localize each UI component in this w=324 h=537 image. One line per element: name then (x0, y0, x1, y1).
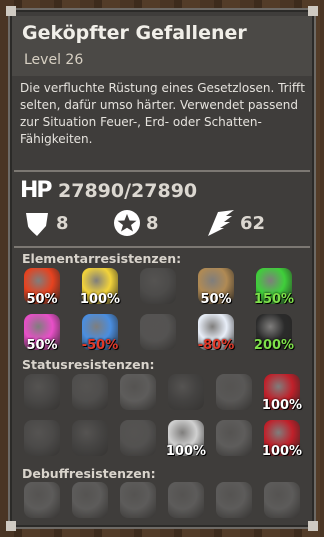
resistance-value: 50% (26, 292, 58, 307)
status-resistance-cell[interactable] (212, 372, 256, 416)
hp-value: 27890/27890 (58, 180, 198, 202)
resistance-value: 150% (253, 292, 295, 307)
resistance-value: 50% (200, 292, 232, 307)
elemental-resistance-cell[interactable]: 100% (78, 266, 122, 310)
divider (14, 170, 310, 172)
hp-icon: HP (20, 178, 53, 203)
debuff-resistance-cell[interactable] (116, 480, 160, 524)
attack-down-icon (24, 482, 60, 518)
monster-level: Level 26 (24, 52, 84, 68)
shield-icon (26, 213, 48, 236)
defense-value: 8 (56, 213, 69, 234)
elemental-grid: 50% 100% 50% 150% 50% -50% -80% 200% (20, 266, 310, 358)
crystal-icon (140, 268, 176, 304)
debuff-resistance-cell[interactable] (68, 480, 112, 524)
debuff-resistance-cell[interactable] (164, 480, 208, 524)
blind-icon (216, 420, 252, 456)
bleed-icon (24, 374, 60, 410)
status-resistance-cell[interactable]: 100% (164, 418, 208, 462)
resistance-value: 100% (261, 398, 303, 413)
debuff-grid (20, 480, 310, 524)
resistance-value: -50% (81, 338, 119, 353)
status-resistance-cell[interactable] (20, 418, 64, 462)
weaken-icon (120, 420, 156, 456)
magic-down-icon (72, 482, 108, 518)
elemental-resistance-cell[interactable]: -80% (194, 312, 238, 356)
status-resistance-cell[interactable] (68, 418, 112, 462)
divider (14, 246, 310, 248)
status-grid: 100% 100% 100% (20, 372, 310, 464)
wind-icon (140, 314, 176, 350)
sleep-icon (72, 420, 108, 456)
elemental-resistance-cell[interactable] (136, 266, 180, 310)
elemental-resistance-cell[interactable]: 50% (20, 266, 64, 310)
resistance-value: 100% (165, 444, 207, 459)
elemental-resistance-cell[interactable]: 50% (194, 266, 238, 310)
wing-icon (208, 210, 234, 236)
debuff-resistance-cell[interactable] (212, 480, 256, 524)
defense-stat: 8 (22, 208, 112, 240)
status-resistance-cell[interactable] (20, 372, 64, 416)
elemental-resistance-cell[interactable]: -50% (78, 312, 122, 356)
defense-down-icon (120, 482, 156, 518)
magic-defense-value: 8 (146, 213, 159, 234)
speed-down-icon (264, 482, 300, 518)
accuracy-down-icon (216, 482, 252, 518)
status-resistance-cell[interactable] (212, 418, 256, 462)
magic-defense-down-icon (168, 482, 204, 518)
status-resistance-cell[interactable] (164, 372, 208, 416)
resistance-value: 100% (261, 444, 303, 459)
status-resistance-cell[interactable] (116, 418, 160, 462)
monster-description: Die verfluchte Rüstung eines Gesetzlosen… (20, 81, 305, 146)
corner-decor (6, 521, 16, 531)
status-resistance-cell[interactable]: 100% (260, 372, 304, 416)
speed-value: 62 (240, 213, 266, 234)
status-resistance-cell[interactable] (116, 372, 160, 416)
status-heading: Statusresistenzen: (22, 357, 155, 372)
debuff-resistance-cell[interactable] (20, 480, 64, 524)
resistance-value: 100% (79, 292, 121, 307)
elemental-resistance-cell[interactable]: 150% (252, 266, 296, 310)
debuff-resistance-cell[interactable] (260, 480, 304, 524)
freeze-icon (120, 374, 156, 410)
star-shield-icon (114, 210, 140, 236)
status-resistance-cell[interactable] (68, 372, 112, 416)
corner-decor (308, 6, 318, 16)
poison-orb-icon (168, 374, 204, 410)
resistance-value: 200% (253, 338, 295, 353)
debuff-heading: Debuffresistenzen: (22, 466, 156, 481)
monster-name: Geköpfter Gefallener (22, 22, 247, 44)
elemental-resistance-cell[interactable]: 50% (20, 312, 64, 356)
elemental-resistance-cell[interactable]: 200% (252, 312, 296, 356)
confuse-icon (24, 420, 60, 456)
seal-icon (216, 374, 252, 410)
speed-stat: 62 (206, 208, 296, 240)
elemental-resistance-cell[interactable] (136, 312, 180, 356)
corner-decor (6, 6, 16, 16)
magic-defense-stat: 8 (112, 208, 202, 240)
resistance-value: 50% (26, 338, 58, 353)
status-resistance-cell[interactable]: 100% (260, 418, 304, 462)
slow-icon (72, 374, 108, 410)
resistance-value: -80% (197, 338, 235, 353)
elemental-heading: Elementarresistenzen: (22, 251, 182, 266)
